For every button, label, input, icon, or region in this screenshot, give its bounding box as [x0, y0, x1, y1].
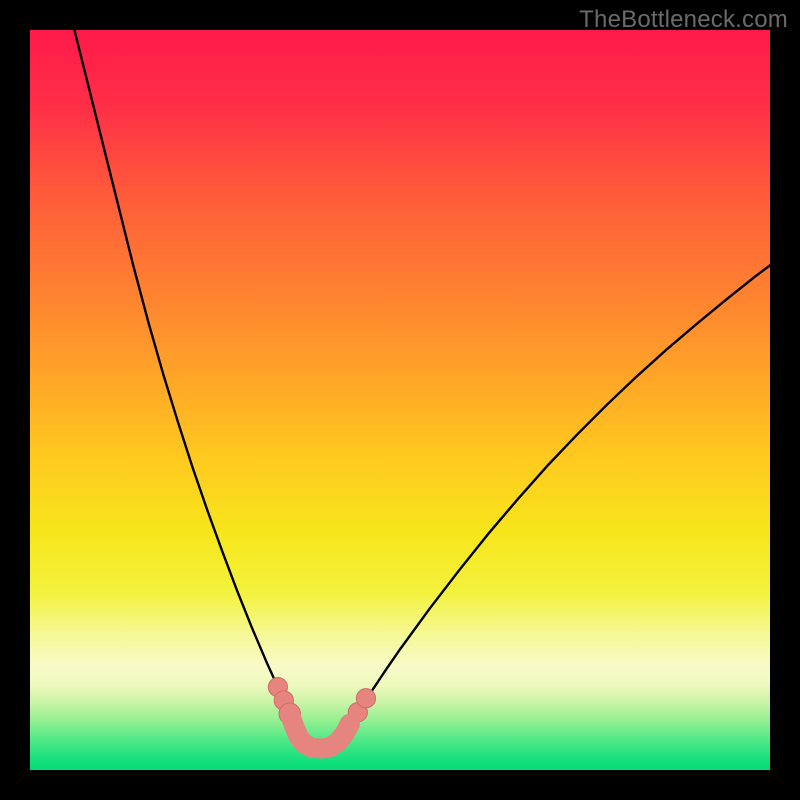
left-bottleneck-curve: [74, 30, 298, 730]
right-bottleneck-curve: [345, 265, 771, 730]
plot-area: [30, 30, 770, 770]
valley-marker-path: [290, 714, 350, 749]
chart-frame: TheBottleneck.com: [0, 0, 800, 800]
data-marker: [356, 689, 375, 708]
curve-layer: [30, 30, 770, 770]
attribution-label: TheBottleneck.com: [579, 6, 788, 34]
